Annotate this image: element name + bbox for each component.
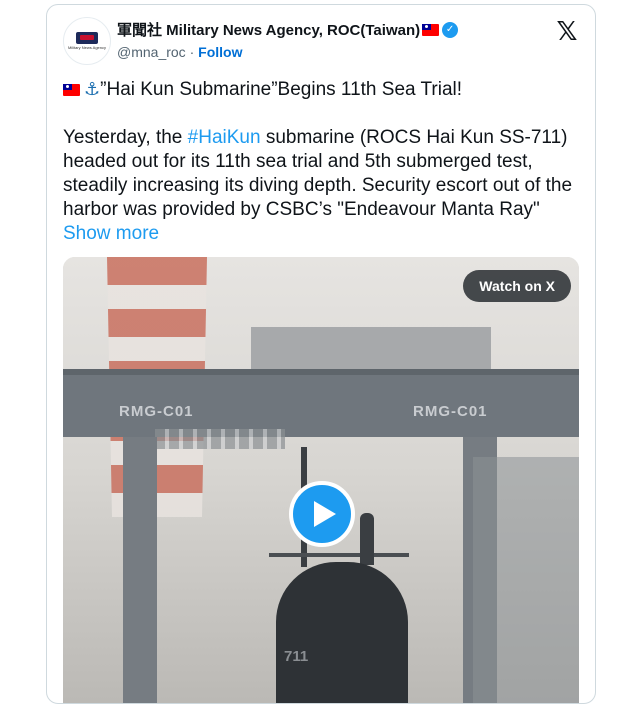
sail-number: 711: [284, 648, 309, 665]
account-display-name[interactable]: 軍聞社 Military News Agency, ROC(Taiwan) ✓: [117, 19, 459, 40]
agency-logo-icon: [76, 32, 98, 44]
video-thumbnail[interactable]: RMG-C01 RMG-C01 711 Watch on X: [63, 257, 579, 703]
taiwan-flag-icon: [422, 23, 440, 36]
background-cranes: [473, 457, 579, 703]
display-name-text[interactable]: 軍聞社 Military News Agency, ROC(Taiwan): [117, 19, 420, 40]
play-button[interactable]: [289, 481, 355, 547]
anchor-icon: ⚓: [84, 79, 101, 99]
tweet-text: ⚓”Hai Kun Submarine”Begins 11th Sea Tria…: [63, 77, 583, 270]
handle-row: @mna_roc · Follow: [117, 44, 458, 60]
tweet-headline: ⚓”Hai Kun Submarine”Begins 11th Sea Tria…: [63, 77, 583, 102]
submarine-rail: [269, 553, 409, 557]
x-logo-icon[interactable]: 𝕏: [555, 18, 579, 44]
body-text-before-hashtag: Yesterday, the: [63, 127, 188, 148]
tweet-body: Yesterday, the #HaiKun submarine (ROCS H…: [63, 126, 583, 246]
account-handle[interactable]: @mna_roc: [117, 44, 186, 60]
account-names: 軍聞社 Military News Agency, ROC(Taiwan) ✓ …: [117, 19, 459, 60]
play-icon: [314, 501, 336, 527]
show-more-link[interactable]: Show more: [63, 223, 159, 244]
avatar[interactable]: Military News Agency: [63, 17, 111, 65]
gantry-label-right: RMG-C01: [413, 403, 488, 420]
taiwan-flag-icon: [63, 83, 80, 96]
crew-member: [360, 513, 374, 565]
separator-dot: ·: [189, 44, 195, 60]
tweet-header: Military News Agency 軍聞社 Military News A…: [63, 17, 579, 65]
headline-text: ”Hai Kun Submarine”Begins 11th Sea Trial…: [100, 79, 463, 100]
avatar-caption: Military News Agency: [67, 45, 106, 50]
gantry-leg: [123, 437, 157, 703]
follow-button[interactable]: Follow: [198, 44, 242, 60]
gantry-label-left: RMG-C01: [119, 403, 194, 420]
crane-rings: [155, 429, 285, 449]
tweet-embed-card[interactable]: Military News Agency 軍聞社 Military News A…: [46, 4, 596, 704]
hashtag-link[interactable]: #HaiKun: [188, 127, 261, 148]
watch-on-x-button[interactable]: Watch on X: [463, 270, 571, 302]
verified-badge-icon: ✓: [442, 21, 459, 38]
